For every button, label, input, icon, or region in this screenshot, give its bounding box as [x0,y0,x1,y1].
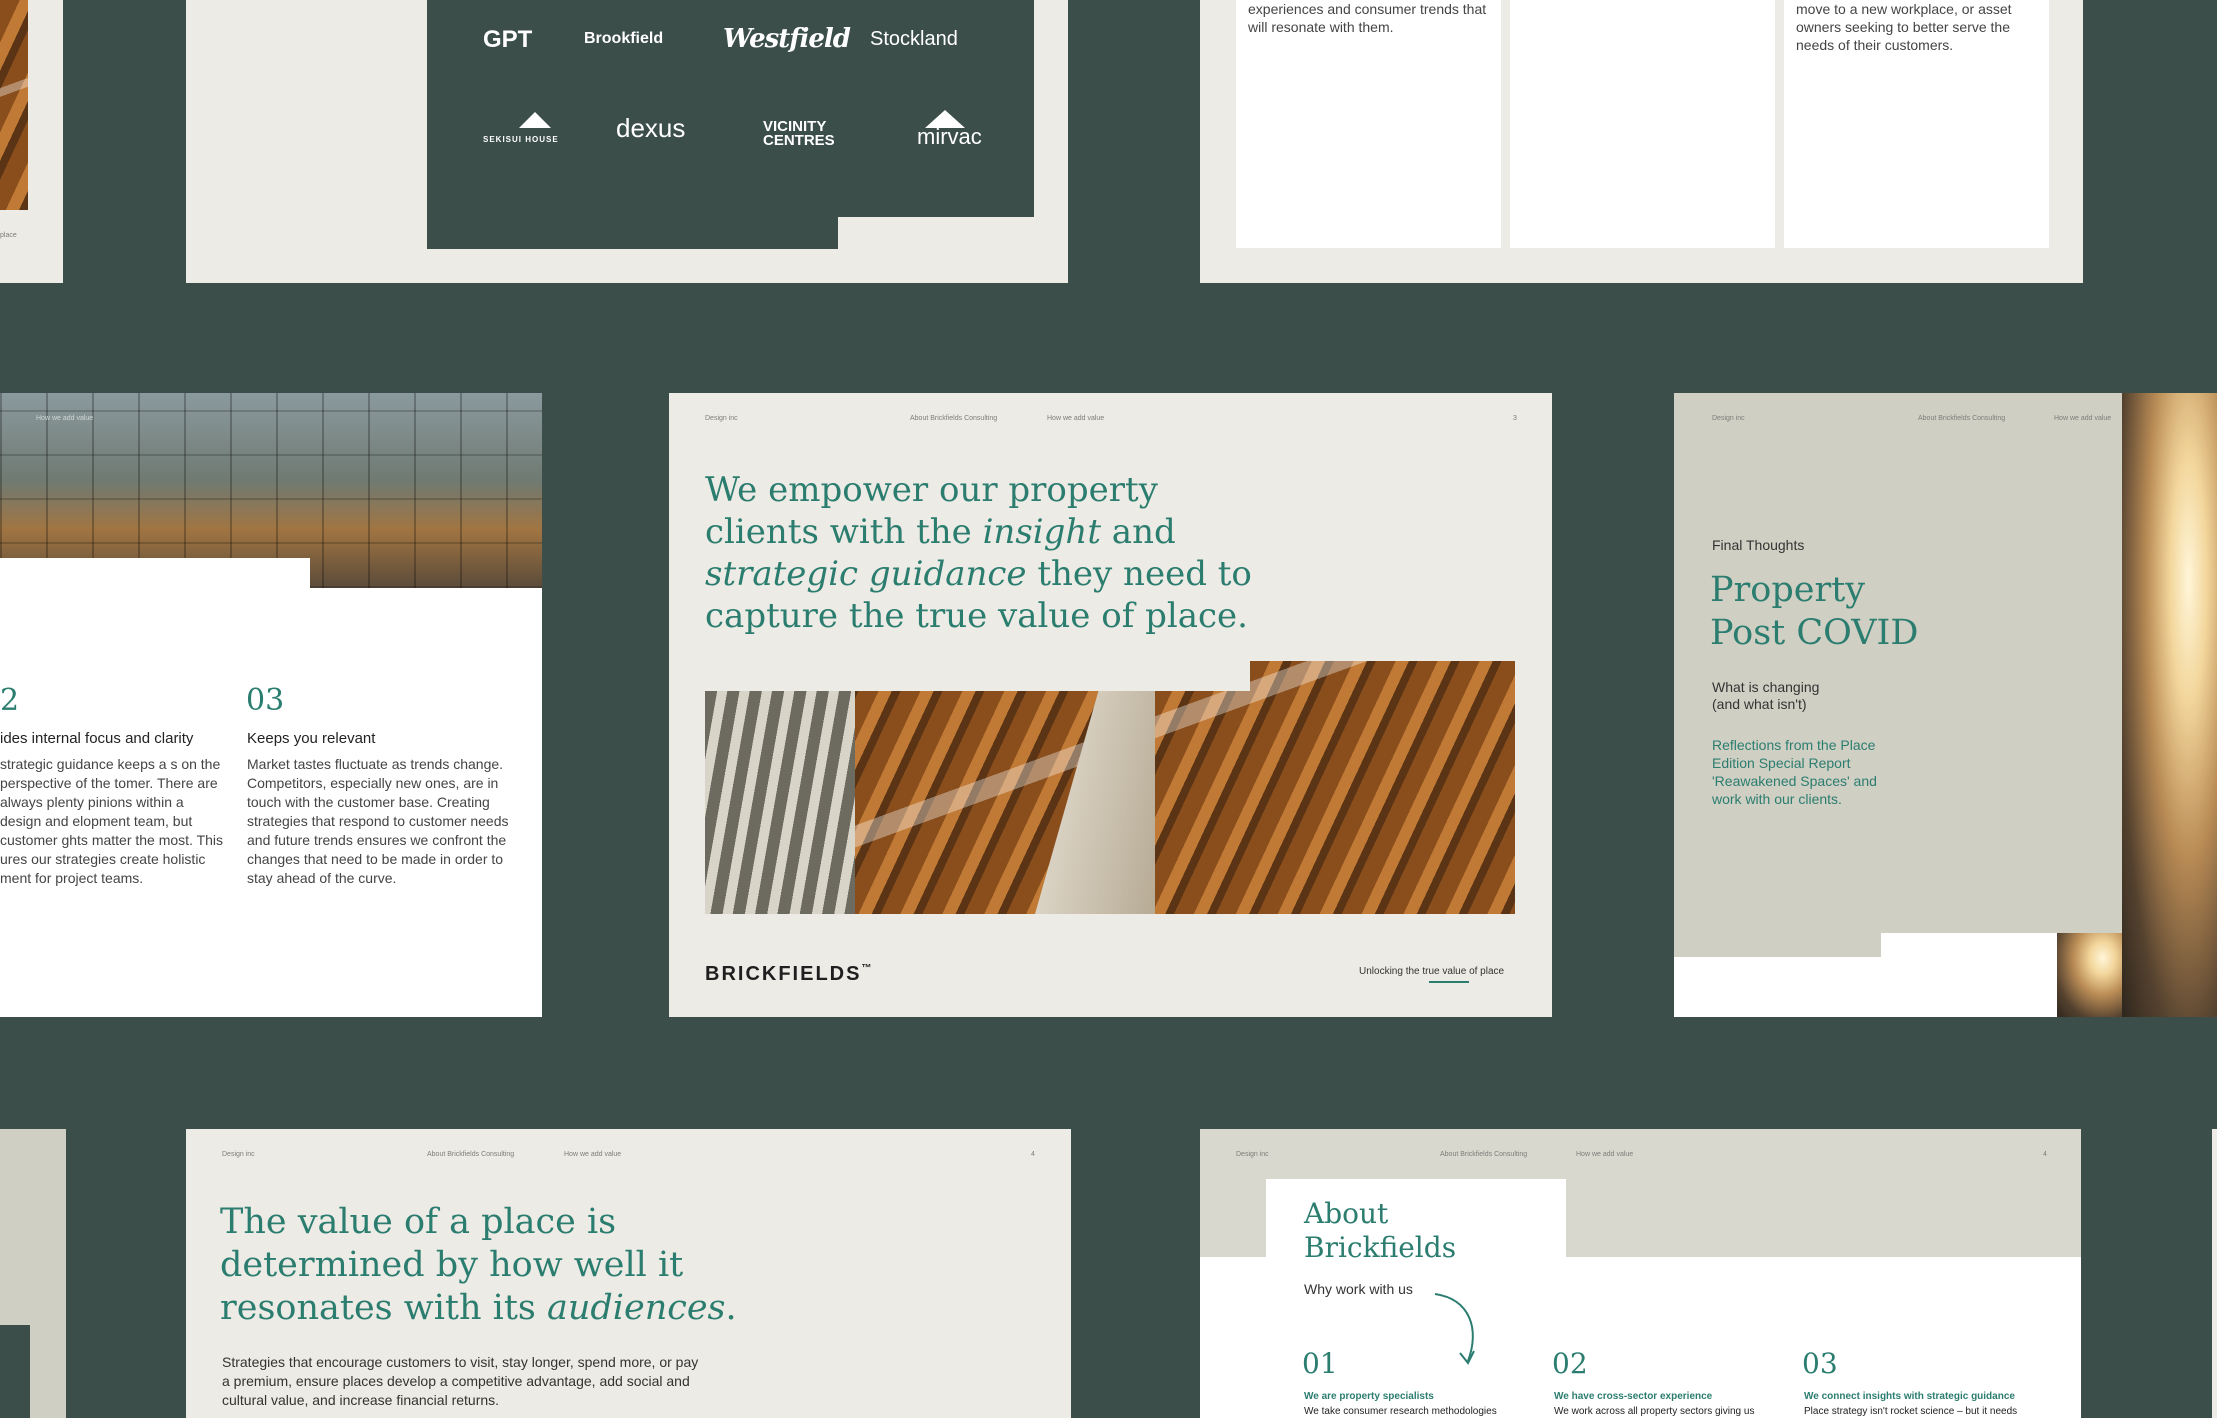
item-1-number: 01 [1302,1347,1338,1380]
slide-bottom-far-right[interactable] [2212,1129,2217,1418]
photo-notch-top [705,661,1250,691]
nav-design-inc: Design inc [1236,1151,1269,1158]
slide-final-thoughts[interactable]: Design inc About Brickfields Consulting … [1674,393,2217,1017]
headline-line-3: strategic guidance they need to [705,554,1252,594]
column-3-number: 03 [246,683,285,718]
slide-we-empower[interactable]: Design inc About Brickfields Consulting … [669,393,1552,1017]
headline: The value of a place is determined by ho… [220,1202,737,1328]
curved-arrow-icon [1434,1293,1475,1365]
nav-how-we-add-value: How we add value [1047,415,1105,422]
item-3-heading: We connect insights with strategic guida… [1804,1391,2015,1402]
logos-panel: GPT Brookfield Westfield Stockland SEKIS… [427,0,1034,249]
item-1-body: We take consumer research methodologies [1304,1406,1497,1417]
slide-three-columns[interactable]: experiences and consumer trends that wil… [1200,0,2083,283]
nav-design-inc: Design inc [222,1151,255,1158]
headline-line-2: clients with the insight and [705,512,1176,552]
column-text-1: experiences and consumer trends that wil… [1248,1,1487,35]
logo-mirvac: mirvac [917,124,982,149]
house-icon [519,112,551,128]
eyebrow: Final Thoughts [1712,537,1805,553]
nav-design-inc: Design inc [1712,415,1745,422]
page-number: 4 [1031,1151,1035,1158]
logo-dexus: dexus [616,113,686,143]
headline: We empower our property clients with the… [705,469,1252,637]
title: About Brickfields [1304,1197,1457,1264]
brand-logo: BRICKFIELDS™ [705,963,874,985]
column-card-3: move to a new workplace, or asset owners… [1784,0,2049,248]
photo-street-lower [2057,933,2122,1017]
headline-line-4: capture the true value of place. [705,596,1248,636]
logo-stockland: Stockland [870,28,958,50]
logo-westfield: Westfield [723,24,851,54]
slide-about-brickfields[interactable]: Design inc About Brickfields Consulting … [1200,1129,2081,1418]
photo-column [1035,661,1155,914]
nav-how-we-add-value: How we add value [564,1151,622,1158]
slide-bottom-far-left[interactable] [0,1129,66,1418]
column-card-1: experiences and consumer trends that wil… [1236,0,1501,248]
slide-logos[interactable]: GPT Brookfield Westfield Stockland SEKIS… [186,0,1068,283]
nav-how-we-add-value: How we add value [1576,1151,1634,1158]
photo-glass-facade [705,691,855,914]
title: Property Post COVID [1710,570,1919,653]
logo-sekisui: SEKISUI HOUSE [483,135,559,144]
dark-panel [0,1325,30,1418]
item-3-body: Place strategy isn't rocket science – bu… [1804,1406,2018,1417]
headline-line-1: We empower our property [705,470,1158,510]
photo-street [2122,393,2217,1017]
slide-top-far-left[interactable]: place [0,0,63,283]
item-1-heading: We are property specialists [1304,1391,1434,1402]
subtitle: Why work with us [1304,1281,1413,1297]
photo-cutout [0,558,310,598]
sage-panel [1674,393,2122,957]
page-number: 4 [2043,1151,2047,1158]
column-2-body: strategic guidance keeps a s on the pers… [0,756,224,886]
column-2-heading: ides internal focus and clarity [0,730,194,747]
item-2-body: We work across all property sectors givi… [1554,1406,1755,1417]
column-3-body: Market tastes fluctuate as trends change… [247,756,509,886]
column-3-heading: Keeps you relevant [247,730,376,747]
nav-about: About Brickfields Consulting [1440,1151,1528,1158]
logo-gpt: GPT [483,26,533,53]
logo-vicinity: VICINITY CENTRES [763,118,835,149]
nav-about: About Brickfields Consulting [1918,415,2006,422]
item-2-number: 02 [1552,1347,1588,1380]
photo-architecture [705,661,1515,914]
slide-header: How we add value [36,415,94,422]
logos-panel-notch [838,217,1034,249]
tagline: Unlocking the true value of place [1359,966,1505,977]
photo-wood [0,0,28,210]
nav-design-inc: Design inc [705,415,738,422]
nav-about: About Brickfields Consulting [910,415,998,422]
slide-caption: place [0,232,17,239]
column-card-2 [1510,0,1775,248]
column-2-number: 2 [0,683,20,718]
body-text: Reflections from the Place Edition Speci… [1712,737,1877,807]
slide-value-of-place[interactable]: Design inc About Brickfields Consulting … [186,1129,1071,1418]
tagline-underline [1429,981,1469,983]
nav-about: About Brickfields Consulting [427,1151,515,1158]
body-text: Strategies that encourage customers to v… [222,1354,699,1408]
logo-brookfield: Brookfield [584,30,664,47]
nav-how-we-add-value: How we add value [2054,415,2112,422]
item-2-heading: We have cross-sector experience [1554,1391,1713,1402]
column-text-3: move to a new workplace, or asset owners… [1796,1,2012,53]
slide-how-we-add-value[interactable]: How we add value 2 ides internal focus a… [0,393,542,1017]
subtitle: What is changing (and what isn't) [1712,679,1820,712]
item-3-number: 03 [1802,1347,1838,1380]
page-number: 3 [1513,415,1517,422]
